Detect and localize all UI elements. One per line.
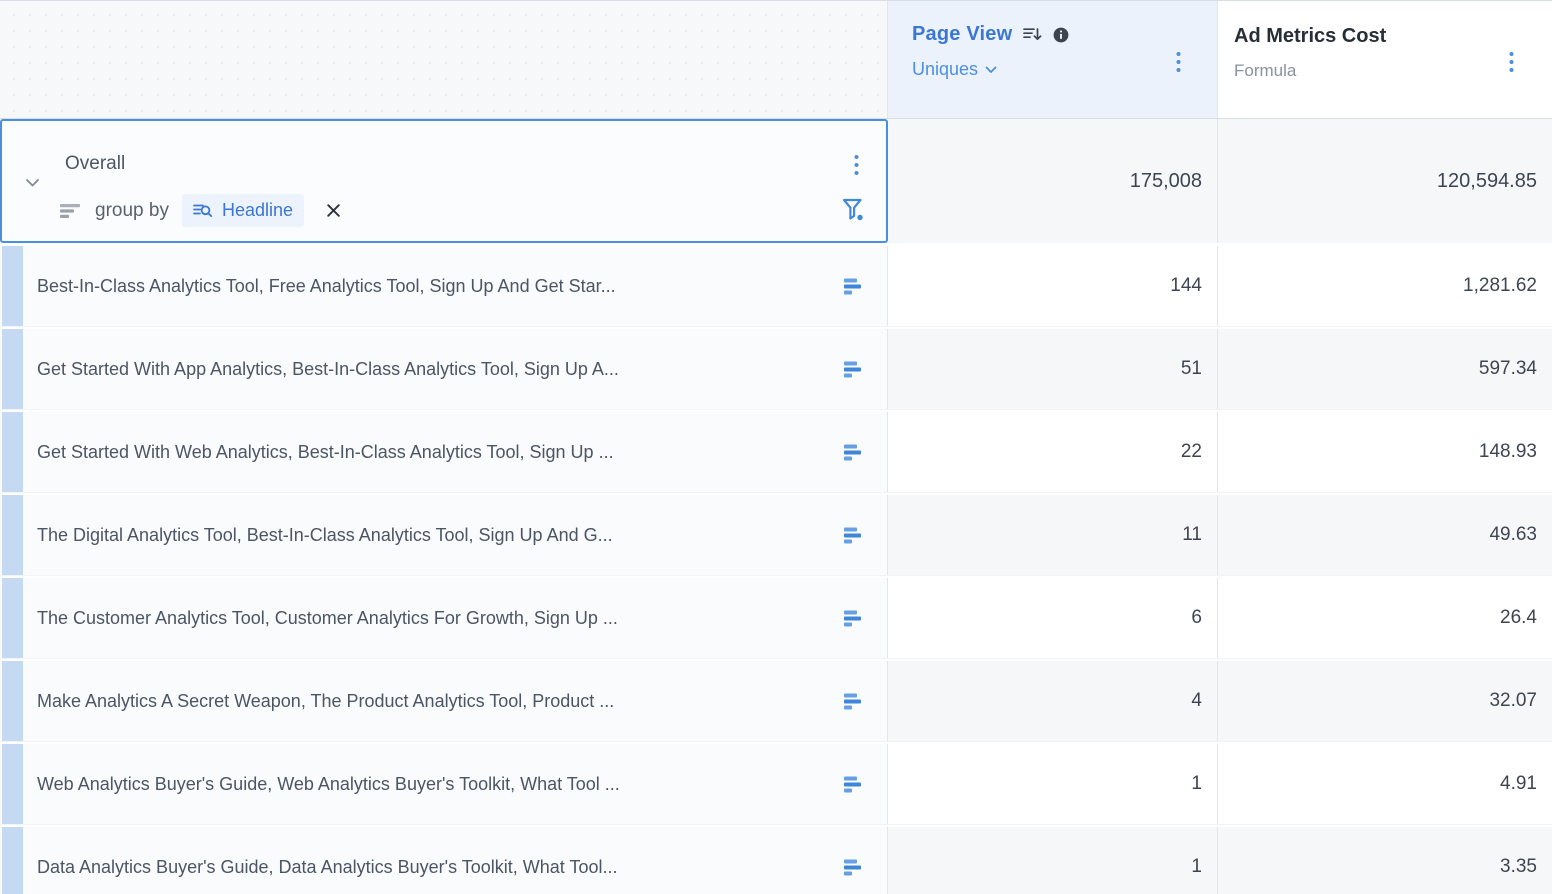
headline-text: Web Analytics Buyer's Guide, Web Analyti… (37, 774, 832, 795)
page-view-column-title[interactable]: Page View (912, 23, 1012, 46)
headline-text: Make Analytics A Secret Weapon, The Prod… (37, 691, 832, 712)
overall-page-view-value: 175,008 (888, 119, 1218, 243)
table-row: Get Started With App Analytics, Best-In-… (0, 329, 1552, 409)
kebab-menu-icon[interactable] (1176, 51, 1181, 73)
row-headline-cell[interactable]: Get Started With Web Analytics, Best-In-… (0, 412, 888, 492)
headline-text: The Digital Analytics Tool, Best-In-Clas… (37, 525, 832, 546)
table-row: Web Analytics Buyer's Guide, Web Analyti… (0, 744, 1552, 824)
table-row: Get Started With Web Analytics, Best-In-… (0, 412, 1552, 492)
table-body: Best-In-Class Analytics Tool, Free Analy… (0, 246, 1552, 894)
header-empty-cell (0, 1, 888, 118)
horizontal-bar-chart-icon[interactable] (844, 610, 866, 627)
page-view-value: 22 (888, 412, 1218, 492)
page-view-value: 6 (888, 578, 1218, 658)
row-headline-cell[interactable]: The Digital Analytics Tool, Best-In-Clas… (0, 495, 888, 575)
horizontal-bar-chart-icon[interactable] (844, 361, 866, 378)
column-header-ad-metrics-cost[interactable]: Ad Metrics Cost Formula (1218, 1, 1552, 118)
overall-ad-metrics-cost-value: 120,594.85 (1218, 119, 1552, 243)
headline-text: Get Started With Web Analytics, Best-In-… (37, 442, 832, 463)
horizontal-bar-chart-icon[interactable] (844, 776, 866, 793)
ad-metrics-cost-value: 32.07 (1218, 661, 1552, 741)
bars-icon (60, 203, 82, 219)
table-row: Make Analytics A Secret Weapon, The Prod… (0, 661, 1552, 741)
headline-text: Get Started With App Analytics, Best-In-… (37, 359, 832, 380)
row-indent-stripe (2, 661, 23, 741)
row-headline-cell[interactable]: Data Analytics Buyer's Guide, Data Analy… (0, 827, 888, 894)
filter-funnel-icon[interactable] (841, 197, 865, 222)
overall-label: Overall (65, 153, 125, 175)
overall-row: Overall group by (0, 119, 1552, 243)
row-headline-cell[interactable]: The Customer Analytics Tool, Customer An… (0, 578, 888, 658)
row-indent-stripe (2, 246, 23, 326)
column-header-page-view[interactable]: Page View Uniques (888, 1, 1218, 118)
chevron-down-icon (985, 66, 997, 74)
close-icon[interactable] (326, 203, 341, 218)
row-indent-stripe (2, 578, 23, 658)
group-by-property-chip[interactable]: Headline (182, 194, 304, 227)
list-search-icon (193, 203, 213, 219)
info-icon[interactable] (1053, 27, 1069, 43)
ad-metrics-cost-value: 597.34 (1218, 329, 1552, 409)
table-row: Best-In-Class Analytics Tool, Free Analy… (0, 246, 1552, 326)
page-view-value: 11 (888, 495, 1218, 575)
uniques-measure-label: Uniques (912, 59, 978, 80)
ad-metrics-cost-value: 148.93 (1218, 412, 1552, 492)
horizontal-bar-chart-icon[interactable] (844, 693, 866, 710)
page-view-value: 1 (888, 744, 1218, 824)
overall-group-by-cell[interactable]: Overall group by (0, 119, 888, 243)
ad-metrics-cost-value: 49.63 (1218, 495, 1552, 575)
row-headline-cell[interactable]: Get Started With App Analytics, Best-In-… (0, 329, 888, 409)
page-view-value: 1 (888, 827, 1218, 894)
uniques-measure-dropdown[interactable]: Uniques (912, 59, 1217, 80)
horizontal-bar-chart-icon[interactable] (844, 278, 866, 295)
kebab-menu-icon[interactable] (854, 154, 859, 176)
group-by-label: group by (95, 200, 169, 222)
chevron-down-icon[interactable] (25, 178, 40, 188)
horizontal-bar-chart-icon[interactable] (844, 859, 866, 876)
row-headline-cell[interactable]: Web Analytics Buyer's Guide, Web Analyti… (0, 744, 888, 824)
ad-metrics-cost-value: 26.4 (1218, 578, 1552, 658)
headline-text: Data Analytics Buyer's Guide, Data Analy… (37, 857, 832, 878)
ad-metrics-cost-value: 3.35 (1218, 827, 1552, 894)
row-indent-stripe (2, 744, 23, 824)
ad-metrics-cost-value: 1,281.62 (1218, 246, 1552, 326)
row-indent-stripe (2, 329, 23, 409)
ad-metrics-cost-value: 4.91 (1218, 744, 1552, 824)
horizontal-bar-chart-icon[interactable] (844, 527, 866, 544)
analytics-results-table: Page View Uniques (0, 0, 1552, 894)
row-indent-stripe (2, 495, 23, 575)
table-row: Data Analytics Buyer's Guide, Data Analy… (0, 827, 1552, 894)
row-headline-cell[interactable]: Make Analytics A Secret Weapon, The Prod… (0, 661, 888, 741)
headline-text: The Customer Analytics Tool, Customer An… (37, 608, 832, 629)
formula-subtitle: Formula (1234, 61, 1552, 81)
table-header-row: Page View Uniques (0, 1, 1552, 119)
page-view-value: 51 (888, 329, 1218, 409)
horizontal-bar-chart-icon[interactable] (844, 444, 866, 461)
table-row: The Customer Analytics Tool, Customer An… (0, 578, 1552, 658)
row-indent-stripe (2, 412, 23, 492)
ad-metrics-cost-column-title: Ad Metrics Cost (1234, 25, 1552, 48)
page-view-value: 4 (888, 661, 1218, 741)
table-row: The Digital Analytics Tool, Best-In-Clas… (0, 495, 1552, 575)
row-headline-cell[interactable]: Best-In-Class Analytics Tool, Free Analy… (0, 246, 888, 326)
kebab-menu-icon[interactable] (1509, 51, 1514, 73)
row-indent-stripe (2, 827, 23, 894)
page-view-value: 144 (888, 246, 1218, 326)
group-by-property-label: Headline (222, 200, 293, 221)
headline-text: Best-In-Class Analytics Tool, Free Analy… (37, 276, 832, 297)
sort-descending-icon[interactable] (1023, 26, 1042, 43)
